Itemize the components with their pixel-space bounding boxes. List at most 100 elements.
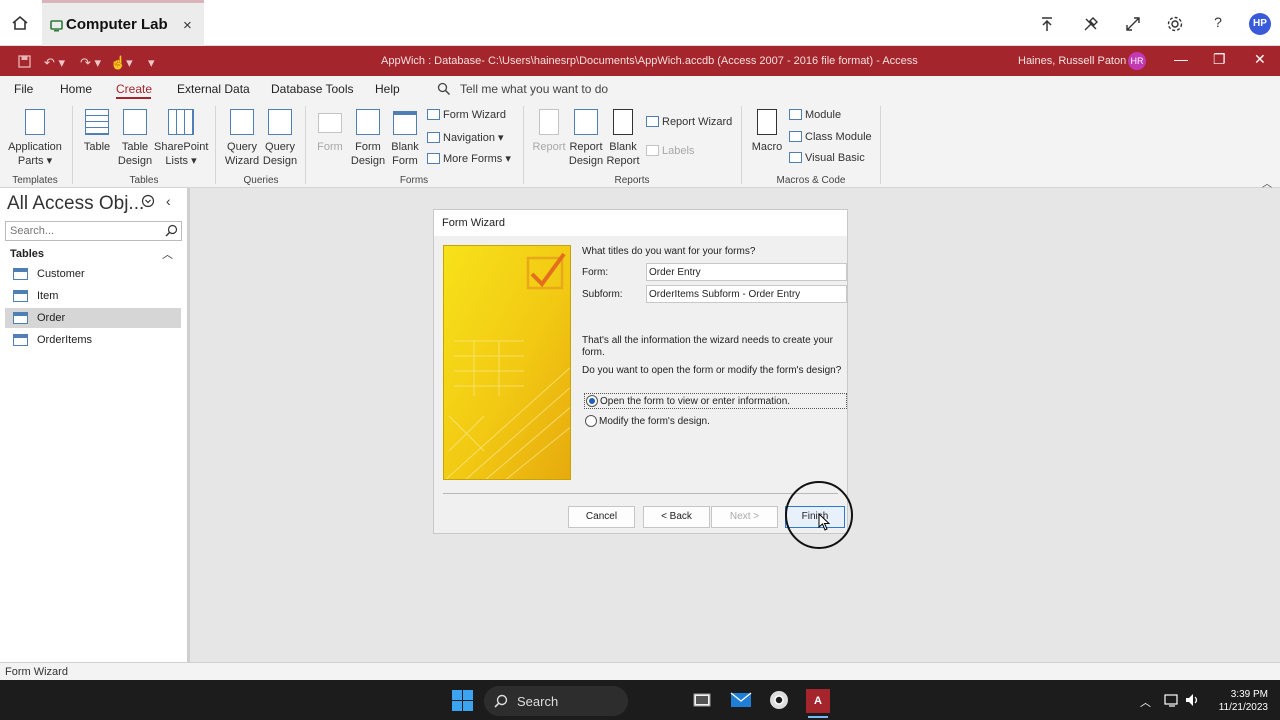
blank-report-icon — [613, 109, 633, 135]
form-title-input[interactable]: Order Entry — [646, 263, 847, 281]
tab-external-data[interactable]: External Data — [177, 82, 250, 96]
chevron-up-icon[interactable]: ︿ — [162, 246, 173, 262]
subform-title-input[interactable]: OrderItems Subform - Order Entry — [646, 285, 847, 303]
taskbar-clock[interactable]: 3:39 PM 11/21/2023 — [1208, 688, 1268, 714]
query-wizard-button[interactable]: Query Wizard — [222, 105, 262, 169]
tab-database-tools[interactable]: Database Tools — [271, 82, 354, 96]
save-icon[interactable] — [18, 55, 31, 68]
nav-item-label: OrderItems — [37, 334, 93, 346]
help-icon[interactable]: ? — [1208, 14, 1228, 34]
report-design-button[interactable]: Report Design — [567, 105, 605, 169]
titles-question: What titles do you want for your forms? — [582, 246, 756, 257]
form-design-label: Form Design — [350, 141, 386, 167]
blank-form-label: Blank Form — [391, 141, 419, 167]
network-icon[interactable] — [1164, 693, 1180, 707]
group-separator — [72, 106, 73, 184]
nav-item-order[interactable]: Order — [5, 308, 181, 328]
open-modify-question: Do you want to open the form or modify t… — [582, 365, 842, 376]
open-form-radio[interactable] — [586, 395, 598, 407]
clock-date: 11/21/2023 — [1218, 702, 1268, 713]
more-forms-button[interactable]: More Forms ▾ — [427, 152, 511, 165]
table-button[interactable]: Table — [78, 105, 116, 169]
query-design-button[interactable]: Query Design — [260, 105, 300, 169]
customize-qat-icon[interactable]: ▾ — [148, 55, 155, 71]
macro-button[interactable]: Macro — [748, 105, 786, 169]
module-button[interactable]: Module — [789, 109, 841, 121]
taskbar-search-label: Search — [517, 694, 559, 709]
account-avatar[interactable]: HR — [1128, 52, 1146, 70]
sharepoint-lists-button[interactable]: SharePoint Lists ▾ — [154, 105, 208, 169]
tab-create[interactable]: Create — [116, 82, 152, 96]
undo-icon[interactable]: ↶ ▾ — [44, 55, 65, 71]
blank-report-button[interactable]: Blank Report — [604, 105, 642, 169]
group-forms: Forms — [399, 175, 429, 186]
modify-design-radio[interactable] — [585, 415, 597, 427]
account-name[interactable]: Haines, Russell Paton — [1018, 55, 1126, 67]
query-wizard-label: Query Wizard — [224, 141, 260, 167]
file-explorer-icon[interactable] — [693, 692, 711, 708]
touch-mode-icon[interactable]: ☝▾ — [110, 55, 133, 71]
tools-icon[interactable] — [1081, 14, 1101, 34]
nav-search-input[interactable] — [5, 221, 182, 241]
search-icon[interactable] — [165, 224, 178, 237]
home-icon[interactable] — [10, 13, 30, 33]
minimize-icon[interactable]: — — [1174, 51, 1188, 67]
nav-dropdown-icon[interactable] — [141, 194, 155, 208]
report-label: Report — [532, 141, 566, 153]
remote-session-tab[interactable]: Computer Lab × — [42, 0, 204, 46]
open-form-option[interactable]: Open the form to view or enter informati… — [584, 393, 847, 409]
collapse-pane-icon[interactable]: ‹ — [166, 193, 171, 209]
open-form-label: Open the form to view or enter informati… — [600, 396, 791, 407]
taskbar-search[interactable]: Search — [484, 686, 628, 716]
labels-label: Labels — [662, 145, 695, 157]
application-parts-button[interactable]: Application Parts ▾ — [4, 105, 66, 169]
class-module-button[interactable]: Class Module — [789, 131, 872, 143]
report-design-icon — [574, 109, 598, 135]
tab-help[interactable]: Help — [375, 82, 400, 96]
tab-title: Computer Lab — [66, 16, 168, 33]
table-design-button[interactable]: Table Design — [116, 105, 154, 169]
cancel-button[interactable]: Cancel — [568, 506, 635, 528]
close-icon[interactable]: ✕ — [1254, 51, 1266, 68]
chrome-icon[interactable] — [769, 690, 789, 710]
tab-file[interactable]: File — [14, 82, 33, 96]
show-hidden-icons-icon[interactable]: ︿ — [1140, 694, 1151, 710]
nav-pane-title[interactable]: All Access Obj... — [7, 193, 144, 215]
volume-icon[interactable] — [1185, 693, 1201, 707]
modify-design-option[interactable]: Modify the form's design. — [584, 414, 784, 430]
group-reports: Reports — [614, 175, 650, 186]
report-button: Report — [530, 105, 568, 169]
form-wizard-button[interactable]: Form Wizard — [427, 109, 506, 121]
user-avatar[interactable]: HP — [1249, 13, 1271, 35]
redo-icon[interactable]: ↷ ▾ — [80, 55, 101, 71]
back-button[interactable]: < Back — [643, 506, 710, 528]
module-label: Module — [805, 109, 842, 121]
tab-close-icon[interactable]: × — [183, 17, 192, 34]
group-tables: Tables — [129, 175, 159, 186]
wizard-info-text: That's all the information the wizard ne… — [582, 335, 833, 358]
windows-start-icon[interactable] — [452, 690, 473, 711]
nav-section-tables[interactable]: Tables — [10, 248, 44, 260]
form-design-button[interactable]: Form Design — [349, 105, 387, 169]
nav-item-customer[interactable]: Customer — [5, 264, 181, 284]
form-label: Form — [317, 141, 343, 153]
fullscreen-icon[interactable] — [1123, 14, 1143, 34]
blank-form-button[interactable]: Blank Form — [386, 105, 424, 169]
report-wizard-button[interactable]: Report Wizard — [646, 116, 732, 128]
settings-gear-icon[interactable] — [1165, 14, 1185, 34]
tell-me-box[interactable]: Tell me what you want to do — [460, 82, 608, 96]
restore-icon[interactable]: ❐ — [1213, 51, 1226, 68]
navigation-icon — [427, 132, 440, 143]
upload-icon[interactable] — [1037, 14, 1057, 34]
navigation-button[interactable]: Navigation ▾ — [427, 131, 504, 144]
tab-home[interactable]: Home — [60, 82, 92, 96]
group-queries: Queries — [243, 175, 279, 186]
table-design-label: Table Design — [117, 141, 153, 167]
nav-item-orderitems[interactable]: OrderItems — [5, 330, 181, 350]
collapse-ribbon-icon[interactable]: ︿ — [1262, 175, 1272, 190]
nav-item-item[interactable]: Item — [5, 286, 181, 306]
mail-icon[interactable] — [730, 692, 752, 708]
labels-button: Labels — [646, 145, 694, 157]
access-app-icon[interactable]: A — [806, 689, 830, 713]
visual-basic-button[interactable]: Visual Basic — [789, 152, 865, 164]
